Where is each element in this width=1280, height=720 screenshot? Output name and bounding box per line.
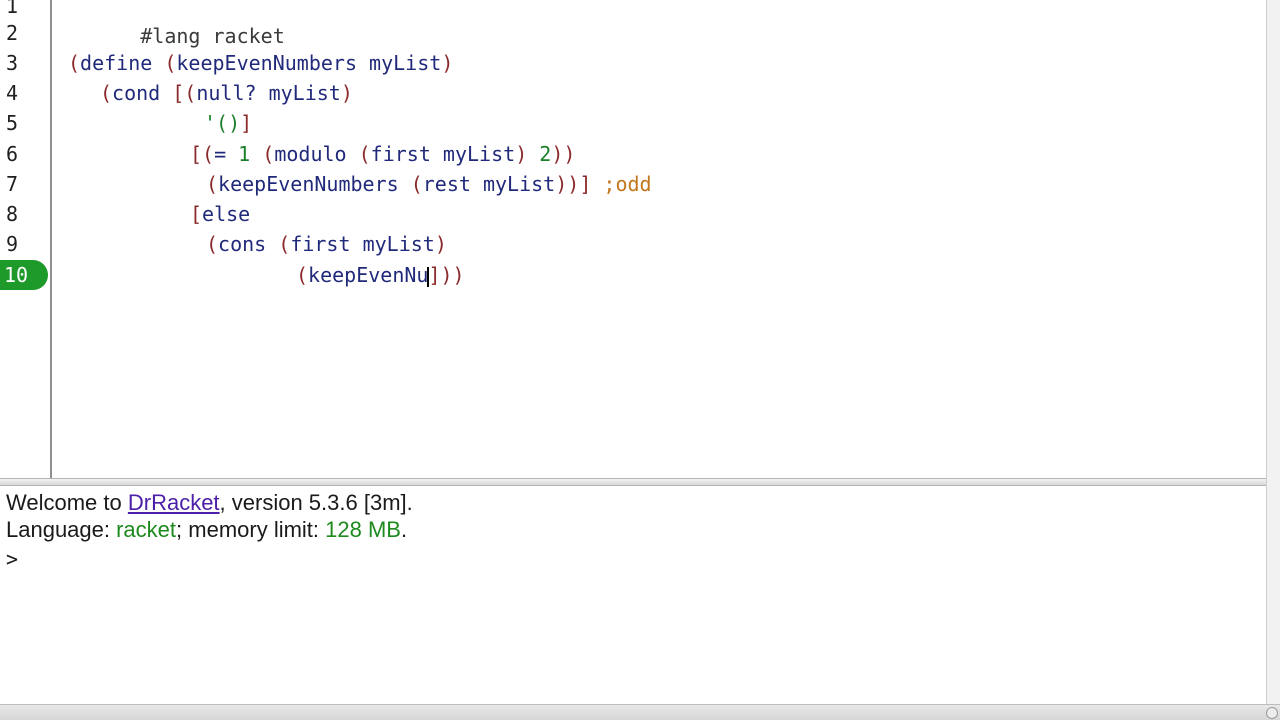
- line-number: 5: [6, 111, 19, 135]
- equals-op: =: [214, 142, 227, 166]
- status-bar: [0, 704, 1280, 720]
- paren: [(: [190, 142, 215, 166]
- code-line-6: [(= 1 (modulo (first myList) 2)): [190, 139, 575, 169]
- paren: (: [346, 142, 371, 166]
- line-number: 6: [6, 142, 19, 166]
- empty-list-literal: '(): [204, 111, 241, 135]
- paren: (: [152, 51, 177, 75]
- paren: (: [296, 263, 309, 287]
- bracket: ]: [240, 111, 253, 135]
- first-fn: first: [290, 232, 351, 256]
- code-line-1: #lang racket: [68, 0, 285, 48]
- partial-identifier: keepEvenNu: [308, 263, 429, 287]
- welcome-prefix: Welcome to: [6, 490, 128, 515]
- memory-label: ; memory limit:: [176, 517, 326, 542]
- line-number: 4: [6, 81, 19, 105]
- code-line-8: [else: [190, 199, 250, 229]
- param: myList: [357, 51, 442, 75]
- first-fn: first: [370, 142, 431, 166]
- line-number: 8: [6, 202, 19, 226]
- current-line-number: 10: [0, 260, 48, 290]
- line-number: 9: [6, 232, 19, 256]
- paren: ): [340, 81, 353, 105]
- repl-prompt[interactable]: >: [6, 545, 18, 573]
- rest-fn: rest: [422, 172, 471, 196]
- language-value: racket: [116, 517, 177, 542]
- paren: ): [441, 51, 454, 75]
- define-keyword: define: [80, 51, 153, 75]
- welcome-line: Welcome to DrRacket, version 5.3.6 [3m].: [6, 489, 413, 517]
- paren: (: [398, 172, 423, 196]
- interactions-pane[interactable]: Welcome to DrRacket, version 5.3.6 [3m].…: [0, 486, 1266, 704]
- drracket-link[interactable]: DrRacket: [128, 490, 220, 515]
- arg: myList: [430, 142, 516, 166]
- else-keyword: else: [202, 202, 251, 226]
- cond-keyword: cond: [112, 81, 161, 105]
- number-literal: 1: [226, 142, 251, 166]
- function-call: keepEvenNumbers: [218, 172, 399, 196]
- line-number: 2: [6, 21, 19, 45]
- paren: (: [206, 172, 219, 196]
- paren: [(: [160, 81, 197, 105]
- paren: (: [100, 81, 113, 105]
- vertical-scrollbar[interactable]: [1266, 0, 1280, 704]
- language-label: Language:: [6, 517, 117, 542]
- closing-brackets: ])): [428, 263, 465, 287]
- lang-directive: #lang racket: [140, 24, 285, 48]
- code-line-4: (cond [(null? myList): [100, 78, 353, 108]
- code-line-3: (define (keepEvenNumbers myList): [68, 48, 453, 78]
- pane-divider[interactable]: [0, 478, 1266, 486]
- code-area[interactable]: #lang racket (define (keepEvenNumbers my…: [68, 0, 1266, 478]
- number-literal: 2: [527, 142, 552, 166]
- paren: )): [551, 142, 576, 166]
- line-number: 7: [6, 172, 19, 196]
- memory-value: 128 MB: [325, 517, 401, 542]
- code-line-9: (cons (first myList): [206, 229, 447, 259]
- paren: ): [434, 232, 447, 256]
- definitions-editor[interactable]: 1 2 3 4 5 6 7 8 9 10 #lang racket (defin…: [0, 0, 1266, 478]
- paren: ): [515, 142, 528, 166]
- line-number: 3: [6, 51, 19, 75]
- line-number-gutter: 1 2 3 4 5 6 7 8 9 10: [0, 0, 52, 478]
- arg: myList: [470, 172, 556, 196]
- arg: myList: [256, 81, 341, 105]
- paren: (: [68, 51, 81, 75]
- paren: ))]: [555, 172, 592, 196]
- function-name: keepEvenNumbers: [176, 51, 358, 75]
- paren: (: [206, 232, 219, 256]
- comment: ;odd: [591, 172, 652, 196]
- modulo-fn: modulo: [274, 142, 347, 166]
- paren: (: [250, 142, 275, 166]
- code-line-5: '()]: [204, 108, 252, 138]
- code-line-10: (keepEvenNu])): [296, 260, 465, 290]
- arg: myList: [350, 232, 435, 256]
- paren: (: [266, 232, 291, 256]
- resize-grip-icon[interactable]: [1266, 707, 1278, 719]
- cons-fn: cons: [218, 232, 267, 256]
- bracket: [: [190, 202, 203, 226]
- welcome-version: , version 5.3.6 [3m].: [219, 490, 413, 515]
- null-predicate: null?: [196, 81, 257, 105]
- memory-end: .: [400, 517, 408, 542]
- code-line-7: (keepEvenNumbers (rest myList))] ;odd: [206, 169, 652, 199]
- language-line: Language: racket; memory limit: 128 MB.: [6, 516, 407, 544]
